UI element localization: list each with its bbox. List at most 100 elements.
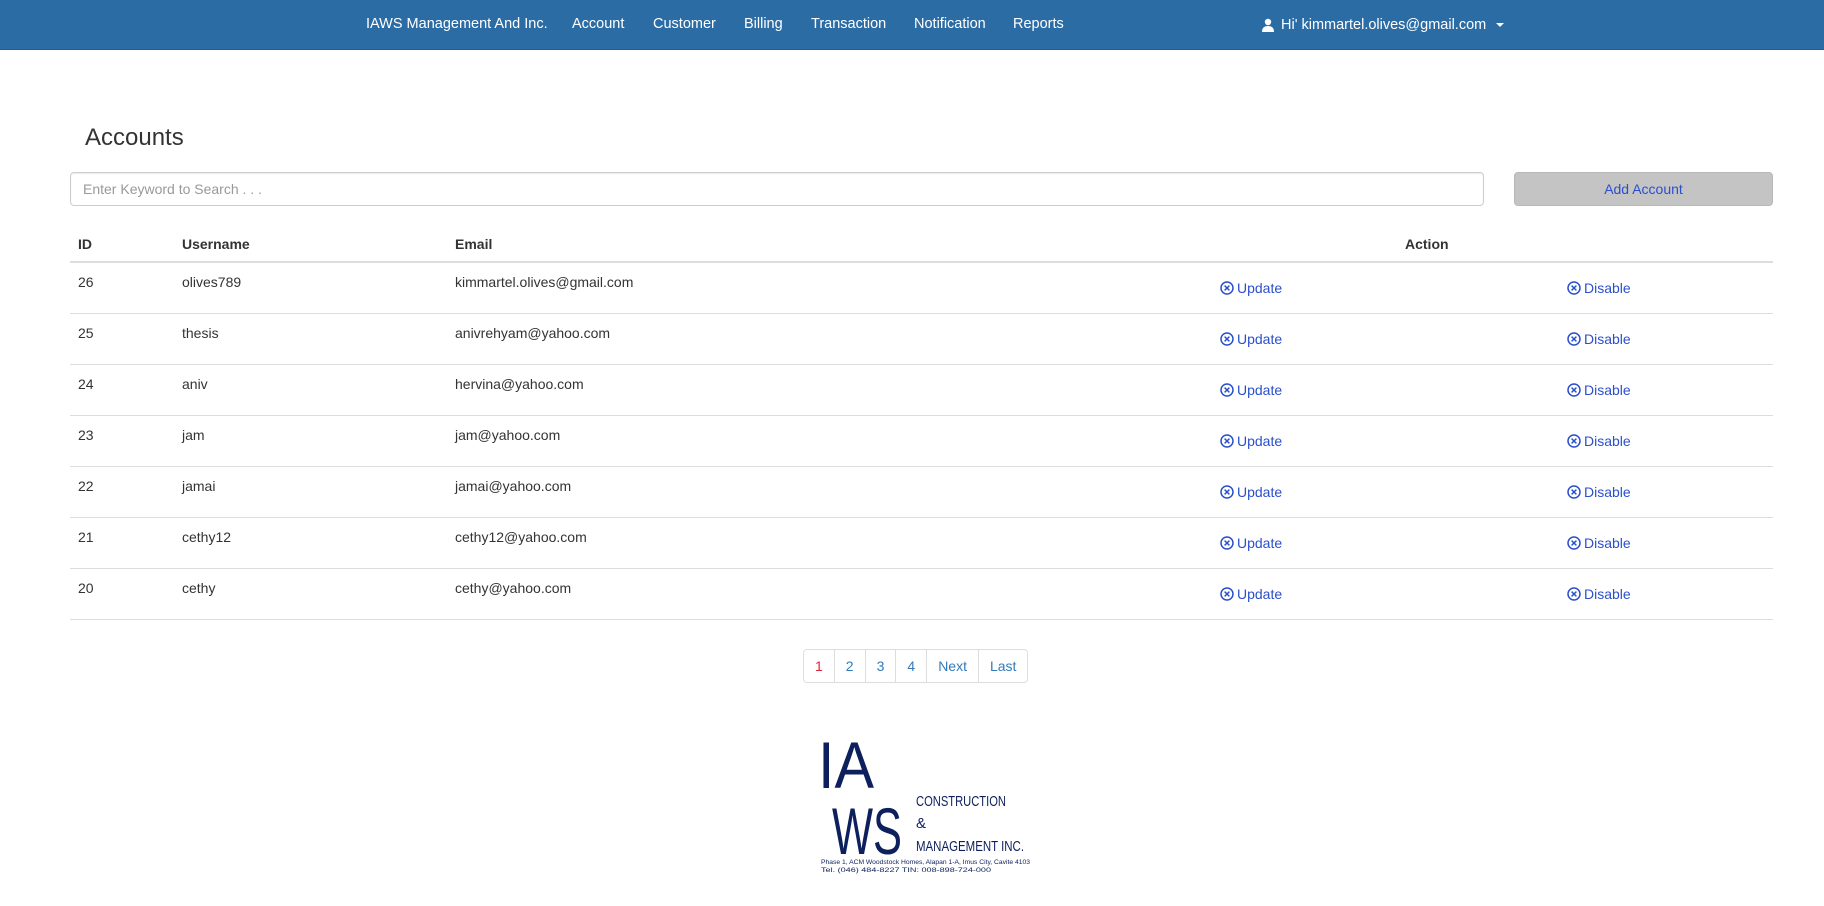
update-link[interactable]: Update — [1220, 382, 1282, 398]
update-label: Update — [1237, 382, 1283, 398]
table-row: 22 jamai jamai@yahoo.com Update Disable — [70, 467, 1773, 518]
disable-label: Disable — [1584, 535, 1631, 551]
disable-link[interactable]: Disable — [1567, 331, 1631, 347]
update-label: Update — [1237, 535, 1283, 551]
update-label: Update — [1237, 586, 1283, 602]
search-input[interactable] — [70, 172, 1484, 206]
circle-x-icon — [1220, 434, 1234, 448]
cell-id: 23 — [78, 427, 94, 443]
circle-x-icon — [1220, 332, 1234, 346]
cell-id: 24 — [78, 376, 94, 392]
update-label: Update — [1237, 280, 1283, 296]
logo-contact: Tel. (046) 484-8227 TIN: 008-898-724-000 — [821, 868, 992, 874]
cell-username: cethy12 — [182, 529, 232, 545]
nav-item-reports[interactable]: Reports — [1013, 0, 1064, 50]
logo-line3: MANAGEMENT INC. — [916, 838, 1024, 855]
cell-username: jam — [182, 427, 205, 443]
caret-down-icon — [1496, 23, 1505, 27]
table-row: 26 olives789 kimmartel.olives@gmail.com … — [70, 263, 1773, 314]
cell-email: cethy@yahoo.com — [455, 580, 572, 596]
table-row: 24 aniv hervina@yahoo.com Update Disable — [70, 365, 1773, 416]
cell-email: hervina@yahoo.com — [455, 376, 584, 392]
disable-label: Disable — [1584, 586, 1631, 602]
page-2-link[interactable]: 2 — [833, 650, 865, 682]
header-username: Username — [182, 236, 250, 252]
circle-x-icon — [1567, 434, 1581, 448]
cell-email: jam@yahoo.com — [455, 427, 561, 443]
nav-item-customer[interactable]: Customer — [653, 0, 716, 50]
accounts-table: ID Username Email Action 26 olives789 ki… — [70, 232, 1773, 620]
disable-link[interactable]: Disable — [1567, 535, 1631, 551]
cell-username: thesis — [182, 325, 219, 341]
update-label: Update — [1237, 484, 1283, 500]
last-page-link[interactable]: Last — [977, 650, 1028, 682]
circle-x-icon — [1220, 587, 1234, 601]
nav-item-billing[interactable]: Billing — [744, 0, 783, 50]
table-body: 26 olives789 kimmartel.olives@gmail.com … — [70, 263, 1773, 620]
update-link[interactable]: Update — [1220, 586, 1282, 602]
circle-x-icon — [1567, 536, 1581, 550]
disable-link[interactable]: Disable — [1567, 382, 1631, 398]
circle-x-icon — [1220, 536, 1234, 550]
circle-x-icon — [1567, 332, 1581, 346]
update-label: Update — [1237, 331, 1283, 347]
update-link[interactable]: Update — [1220, 535, 1282, 551]
header-id: ID — [78, 236, 92, 252]
user-menu-dropdown[interactable]: Hi' kimmartel.olives@gmail.com — [1261, 0, 1505, 50]
update-link[interactable]: Update — [1220, 331, 1282, 347]
cell-username: aniv — [182, 376, 208, 392]
next-page-link[interactable]: Next — [926, 650, 978, 682]
cell-email: kimmartel.olives@gmail.com — [455, 274, 634, 290]
logo-address: Phase 1, ACM Woodstock Homes, Alapan 1-A… — [821, 860, 1031, 866]
disable-link[interactable]: Disable — [1567, 586, 1631, 602]
disable-label: Disable — [1584, 433, 1631, 449]
disable-link[interactable]: Disable — [1567, 280, 1631, 296]
table-header: ID Username Email Action — [70, 232, 1773, 263]
table-row: 23 jam jam@yahoo.com Update Disable — [70, 416, 1773, 467]
cell-username: jamai — [182, 478, 216, 494]
disable-link[interactable]: Disable — [1567, 484, 1631, 500]
circle-x-icon — [1220, 281, 1234, 295]
circle-x-icon — [1567, 281, 1581, 295]
update-link[interactable]: Update — [1220, 433, 1282, 449]
top-navbar: IAWS Management And Inc. Account Custome… — [0, 0, 1824, 50]
logo-letters-ia: IA — [818, 728, 874, 802]
header-email: Email — [455, 236, 493, 252]
nav-item-transaction[interactable]: Transaction — [811, 0, 886, 50]
page-3-link[interactable]: 3 — [864, 650, 896, 682]
cell-username: cethy — [182, 580, 216, 596]
table-row: 21 cethy12 cethy12@yahoo.com Update Disa… — [70, 518, 1773, 569]
page-4-link[interactable]: 4 — [895, 650, 927, 682]
cell-id: 22 — [78, 478, 94, 494]
cell-id: 26 — [78, 274, 94, 290]
user-greeting: Hi' kimmartel.olives@gmail.com — [1281, 16, 1487, 33]
disable-label: Disable — [1584, 280, 1631, 296]
page-1-link[interactable]: 1 — [804, 650, 834, 682]
add-account-button[interactable]: Add Account — [1514, 172, 1773, 206]
page-title: Accounts — [85, 124, 184, 151]
cell-id: 21 — [78, 529, 94, 545]
nav-brand[interactable]: IAWS Management And Inc. — [366, 0, 548, 50]
nav-item-account[interactable]: Account — [572, 0, 624, 50]
table-row: 25 thesis anivrehyam@yahoo.com Update Di… — [70, 314, 1773, 365]
cell-email: anivrehyam@yahoo.com — [455, 325, 611, 341]
logo-line1: CONSTRUCTION — [916, 793, 1006, 810]
circle-x-icon — [1567, 485, 1581, 499]
nav-item-notification[interactable]: Notification — [914, 0, 986, 50]
cell-username: olives789 — [182, 274, 242, 290]
pagination: 1 2 3 4 Next Last — [803, 649, 1029, 683]
cell-email: cethy12@yahoo.com — [455, 529, 587, 545]
circle-x-icon — [1567, 587, 1581, 601]
logo-line2: & — [916, 815, 926, 832]
disable-link[interactable]: Disable — [1567, 433, 1631, 449]
circle-x-icon — [1220, 383, 1234, 397]
header-action: Action — [1405, 236, 1449, 252]
company-logo: IA WS CONSTRUCTION & MANAGEMENT INC. Pha… — [818, 728, 1031, 874]
disable-label: Disable — [1584, 484, 1631, 500]
disable-label: Disable — [1584, 331, 1631, 347]
user-icon — [1262, 18, 1274, 32]
circle-x-icon — [1220, 485, 1234, 499]
update-link[interactable]: Update — [1220, 280, 1282, 296]
update-link[interactable]: Update — [1220, 484, 1282, 500]
disable-label: Disable — [1584, 382, 1631, 398]
